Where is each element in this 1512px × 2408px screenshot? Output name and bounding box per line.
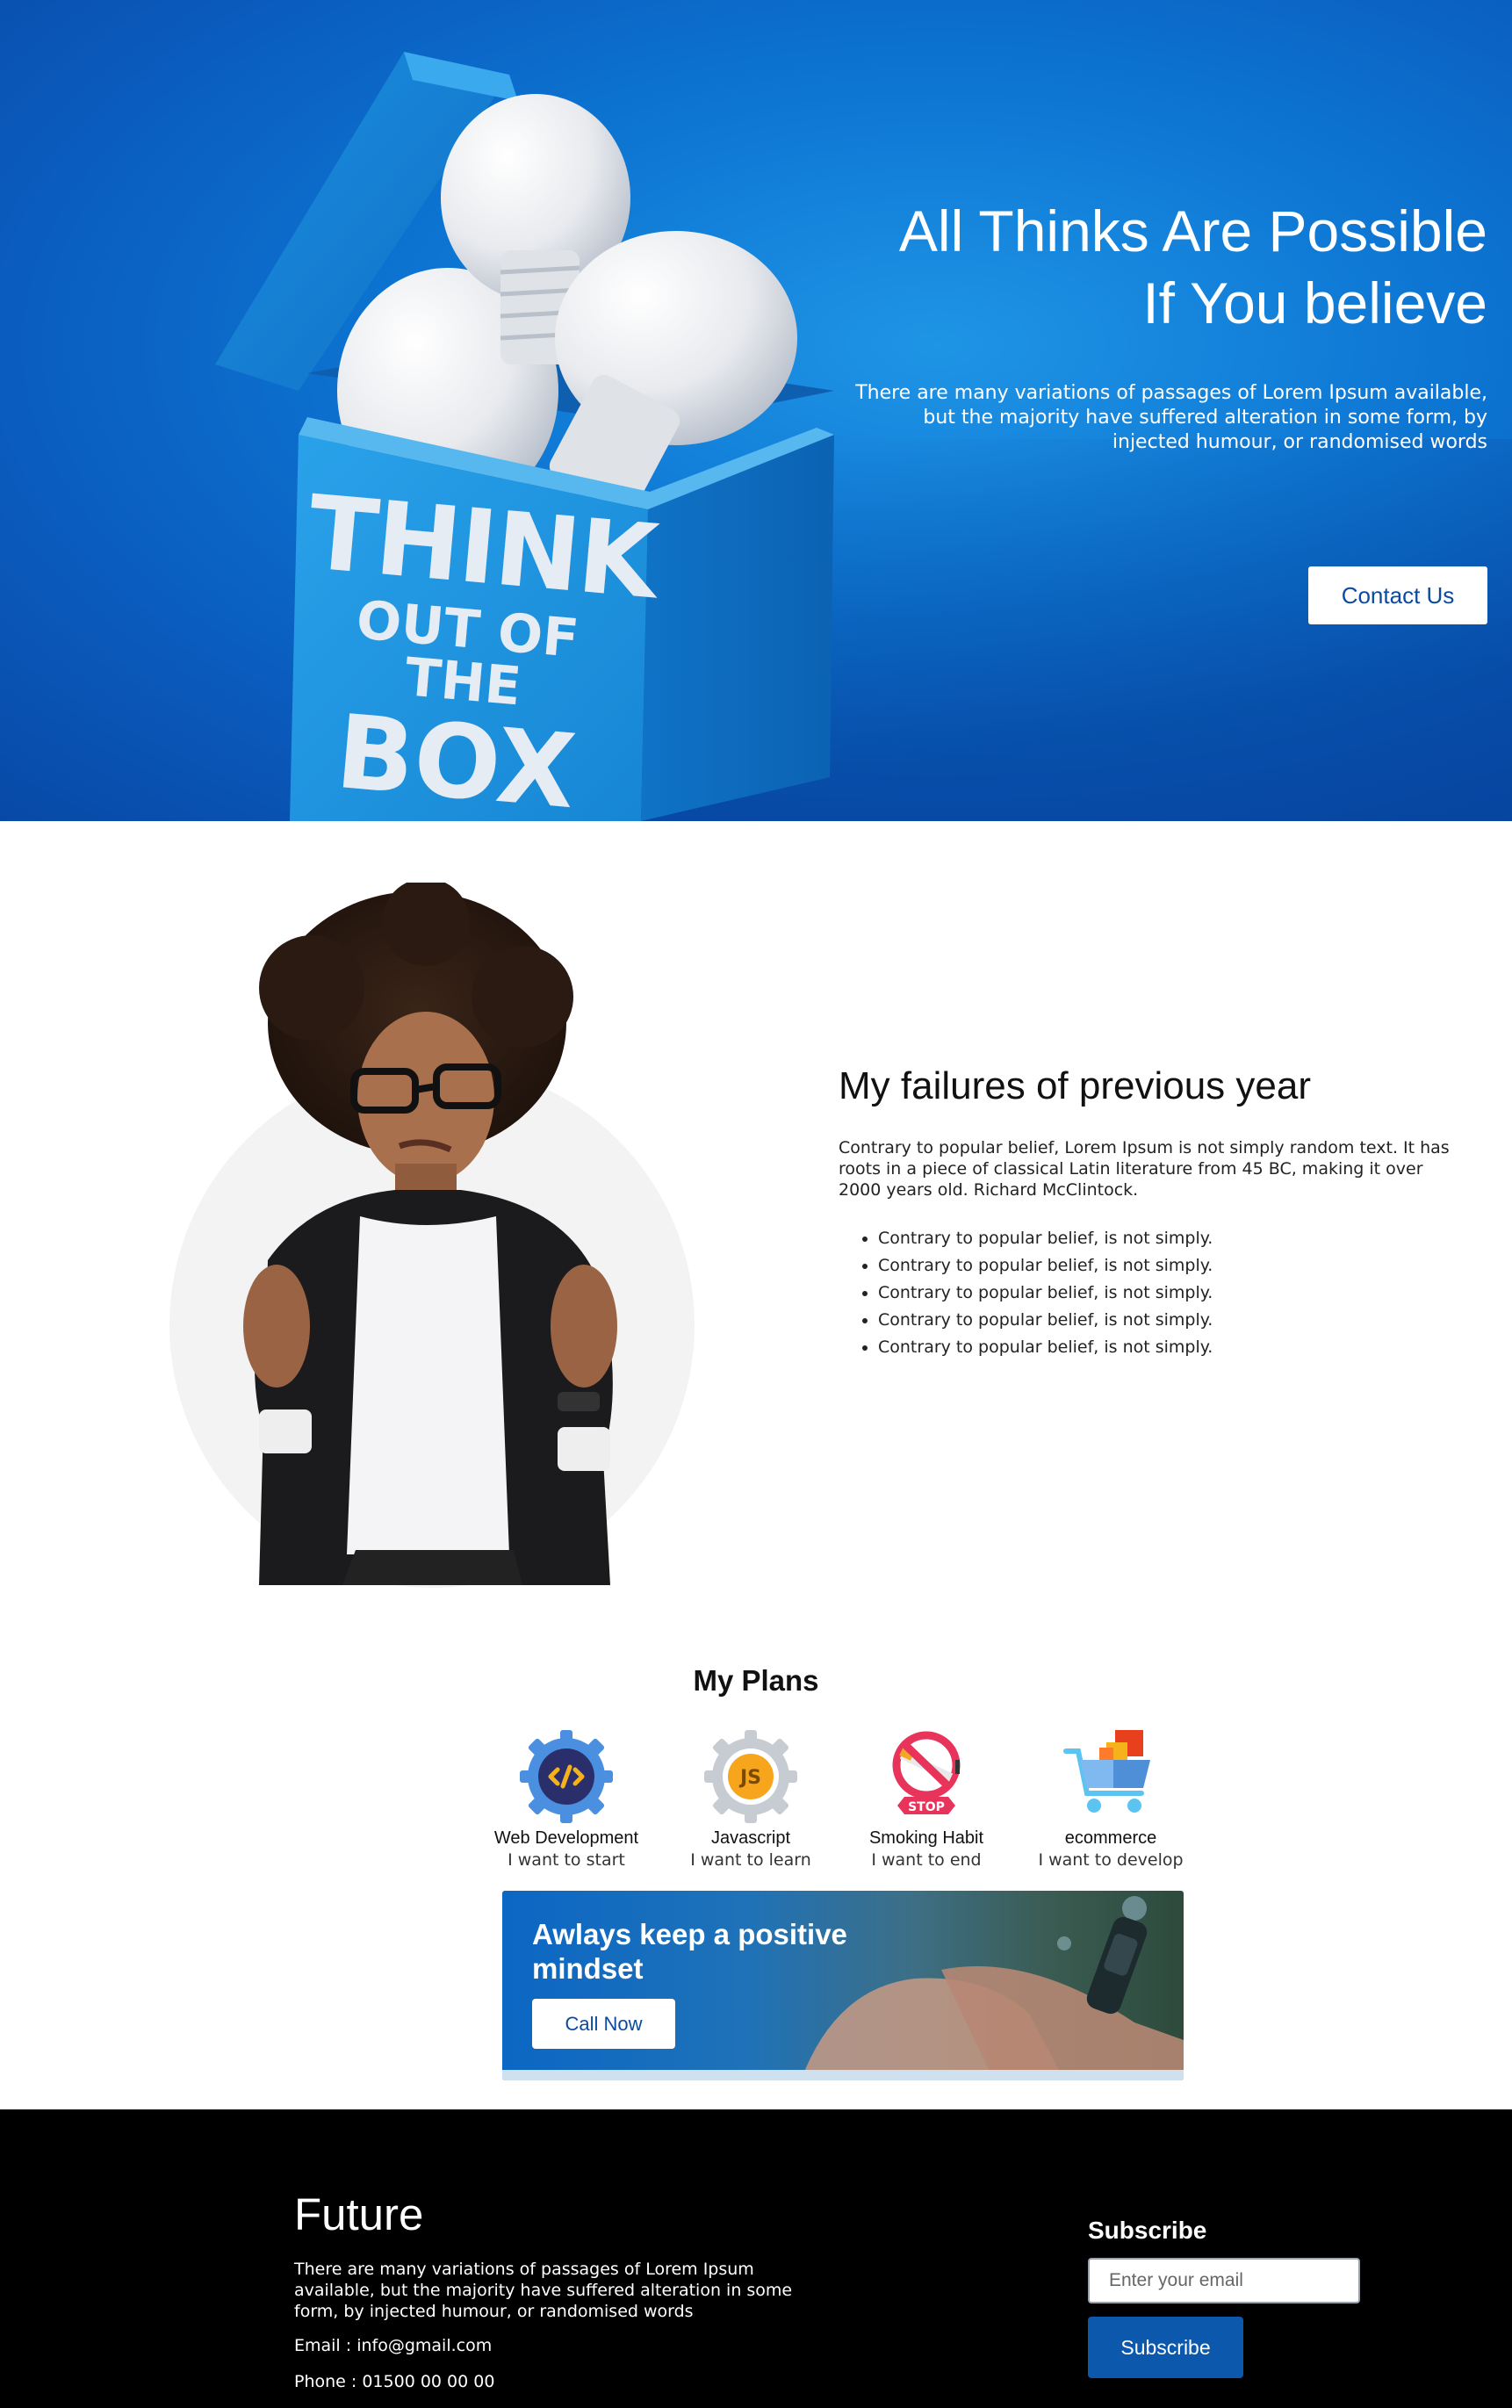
plans-grid: Web Development I want to start JS Javas… bbox=[470, 1728, 1207, 1878]
footer: Future There are many variations of pass… bbox=[0, 2109, 1512, 2408]
box-text-line-1: THINK bbox=[303, 473, 661, 623]
plan-javascript: JS Javascript I want to learn bbox=[654, 1728, 847, 1870]
subscribe-email-input[interactable] bbox=[1088, 2258, 1360, 2303]
plan-name: Web Development bbox=[493, 1828, 639, 1848]
plan-desc: I want to start bbox=[508, 1850, 625, 1870]
footer-phone: Phone : 01500 00 00 00 bbox=[294, 2372, 495, 2391]
banner-title: Awlays keep a positive mindset bbox=[532, 1918, 847, 1985]
plan-smoking-habit: STOP Smoking Habit I want to end bbox=[830, 1728, 1023, 1870]
stop-icon-text: STOP bbox=[908, 1800, 945, 1814]
footer-description: There are many variations of passages of… bbox=[294, 2260, 793, 2321]
plan-name: Smoking Habit bbox=[868, 1828, 984, 1848]
hero-section: THINK OUT OF THE BOX All Thinks Are Poss… bbox=[0, 0, 1512, 821]
list-item: Contrary to popular belief, is not simpl… bbox=[878, 1280, 1453, 1307]
box-printed-text: THINK OUT OF THE BOX bbox=[285, 473, 661, 821]
woman-portrait-image bbox=[243, 883, 617, 1585]
plan-name: ecommerce bbox=[1064, 1828, 1157, 1848]
failures-title: My failures of previous year bbox=[839, 1064, 1311, 1107]
plan-desc: I want to learn bbox=[690, 1850, 811, 1870]
plans-title: My Plans bbox=[693, 1664, 819, 1697]
plan-desc: I want to end bbox=[871, 1850, 982, 1870]
hero-title: All Thinks Are Possible If You believe bbox=[898, 198, 1487, 335]
plan-name: Javascript bbox=[710, 1828, 791, 1848]
contact-us-button[interactable]: Contact Us bbox=[1308, 566, 1487, 624]
failures-list: Contrary to popular belief, is not simpl… bbox=[839, 1225, 1453, 1361]
call-now-button[interactable]: Call Now bbox=[532, 1999, 675, 2049]
failures-paragraph: Contrary to popular belief, Lorem Ipsum … bbox=[839, 1138, 1450, 1200]
list-item: Contrary to popular belief, is not simpl… bbox=[878, 1334, 1453, 1361]
failures-copy: My failures of previous year Contrary to… bbox=[839, 1063, 1453, 1361]
box-text-line-3: BOX bbox=[331, 692, 580, 821]
hero-copy: All Thinks Are Possible If You believe T… bbox=[855, 195, 1487, 455]
subscribe-title: Subscribe bbox=[1088, 2217, 1207, 2244]
no-smoking-stop-icon: STOP bbox=[892, 1731, 961, 1814]
list-item: Contrary to popular belief, is not simpl… bbox=[878, 1307, 1453, 1334]
hero-subtitle: There are many variations of passages of… bbox=[855, 382, 1487, 453]
web-development-gear-icon bbox=[520, 1730, 613, 1823]
banner-bottom-strip bbox=[502, 2070, 1184, 2080]
shopping-cart-icon bbox=[1063, 1730, 1150, 1813]
plan-ecommerce: ecommerce I want to develop bbox=[1014, 1728, 1207, 1870]
plan-web-development: Web Development I want to start bbox=[470, 1728, 663, 1870]
list-item: Contrary to popular belief, is not simpl… bbox=[878, 1252, 1453, 1280]
plan-desc: I want to develop bbox=[1038, 1850, 1184, 1870]
positive-mindset-banner: Awlays keep a positive mindset Call Now bbox=[502, 1891, 1184, 2080]
footer-brand: Future bbox=[294, 2189, 424, 2239]
footer-email: Email : info@gmail.com bbox=[294, 2336, 493, 2355]
failures-section: My failures of previous year Contrary to… bbox=[0, 821, 1512, 1633]
javascript-gear-icon: JS bbox=[704, 1730, 797, 1823]
subscribe-button[interactable]: Subscribe bbox=[1088, 2317, 1243, 2378]
list-item: Contrary to popular belief, is not simpl… bbox=[878, 1225, 1453, 1252]
js-icon-text: JS bbox=[738, 1767, 761, 1789]
